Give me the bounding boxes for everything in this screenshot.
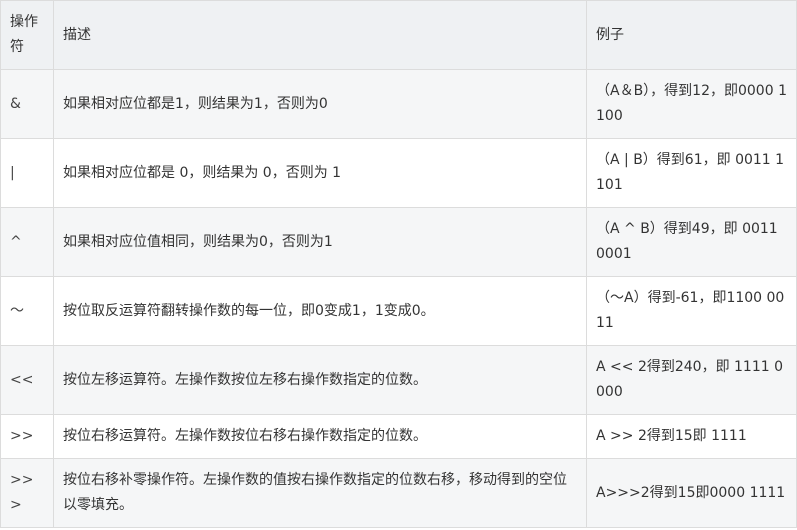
- table-row: ^ 如果相对应位值相同，则结果为0，否则为1 （A ^ B）得到49，即 001…: [0, 207, 797, 277]
- operator-cell: |: [0, 138, 54, 208]
- table-row: 〜 按位取反运算符翻转操作数的每一位，即0变成1，1变成0。 （〜A）得到-61…: [0, 276, 797, 346]
- table-row: | 如果相对应位都是 0，则结果为 0，否则为 1 （A | B）得到61，即 …: [0, 138, 797, 208]
- operator-cell: >>: [0, 414, 54, 459]
- header-description: 描述: [53, 0, 587, 70]
- description-cell: 如果相对应位都是1，则结果为1，否则为0: [53, 69, 587, 139]
- description-cell: 如果相对应位值相同，则结果为0，否则为1: [53, 207, 587, 277]
- table-header: 操作符 描述 例子: [0, 0, 797, 70]
- example-cell: A>>>2得到15即0000 1111: [586, 458, 797, 528]
- operator-cell: &: [0, 69, 54, 139]
- description-cell: 如果相对应位都是 0，则结果为 0，否则为 1: [53, 138, 587, 208]
- table-row: & 如果相对应位都是1，则结果为1，否则为0 （A＆B），得到12，即0000 …: [0, 69, 797, 139]
- operator-cell: >>>: [0, 458, 54, 528]
- operator-cell: 〜: [0, 276, 54, 346]
- operator-cell: <<: [0, 345, 54, 415]
- example-cell: （A ^ B）得到49，即 0011 0001: [586, 207, 797, 277]
- table-row: >> 按位右移运算符。左操作数按位右移右操作数指定的位数。 A >> 2得到15…: [0, 414, 797, 459]
- example-cell: （A | B）得到61，即 0011 1101: [586, 138, 797, 208]
- example-cell: A << 2得到240，即 1111 0000: [586, 345, 797, 415]
- example-cell: （〜A）得到-61，即1100 0011: [586, 276, 797, 346]
- description-cell: 按位右移运算符。左操作数按位右移右操作数指定的位数。: [53, 414, 587, 459]
- description-cell: 按位取反运算符翻转操作数的每一位，即0变成1，1变成0。: [53, 276, 587, 346]
- table-row: << 按位左移运算符。左操作数按位左移右操作数指定的位数。 A << 2得到24…: [0, 345, 797, 415]
- table-body: & 如果相对应位都是1，则结果为1，否则为0 （A＆B），得到12，即0000 …: [0, 69, 797, 528]
- example-cell: （A＆B），得到12，即0000 1100: [586, 69, 797, 139]
- example-cell: A >> 2得到15即 1111: [586, 414, 797, 459]
- description-cell: 按位右移补零操作符。左操作数的值按右操作数指定的位数右移，移动得到的空位以零填充…: [53, 458, 587, 528]
- table-row: >>> 按位右移补零操作符。左操作数的值按右操作数指定的位数右移，移动得到的空位…: [0, 458, 797, 528]
- description-cell: 按位左移运算符。左操作数按位左移右操作数指定的位数。: [53, 345, 587, 415]
- header-operator: 操作符: [0, 0, 54, 70]
- header-example: 例子: [586, 0, 797, 70]
- bitwise-operators-table: 操作符 描述 例子 & 如果相对应位都是1，则结果为1，否则为0 （A＆B），得…: [0, 0, 797, 528]
- operator-cell: ^: [0, 207, 54, 277]
- header-row: 操作符 描述 例子: [0, 0, 797, 70]
